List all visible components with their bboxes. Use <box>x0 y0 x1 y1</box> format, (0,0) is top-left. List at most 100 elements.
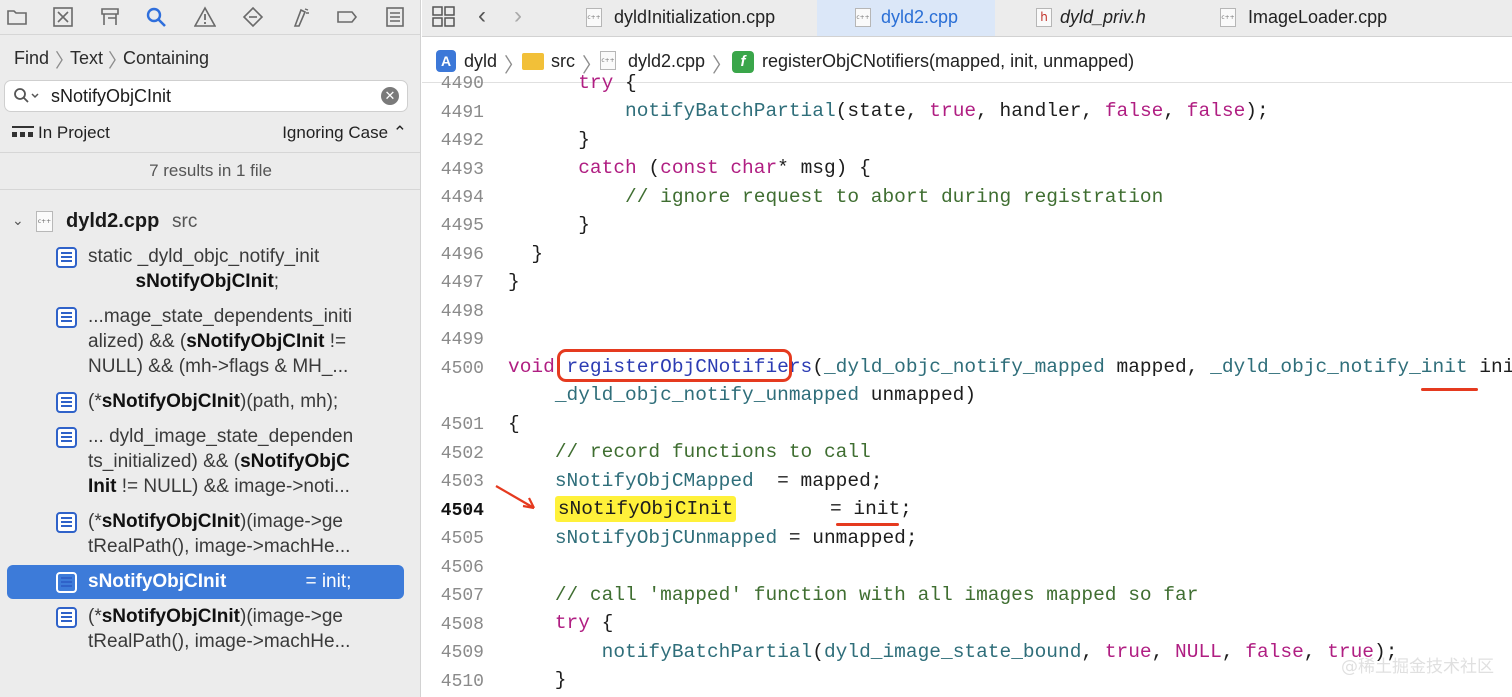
find-mode-containing[interactable]: Containing <box>123 48 209 69</box>
search-result[interactable]: static _dyld_objc_notify_init sNotifyObj… <box>56 244 406 296</box>
find-navigator: Find 〉 Text 〉 Containing sNotifyObjCInit… <box>0 0 421 697</box>
cpp-file-icon: c++ <box>36 211 53 232</box>
line-number: 4505 <box>440 529 484 549</box>
debug-navigator-icon[interactable] <box>287 4 313 30</box>
search-field-container[interactable]: sNotifyObjCInit ✕ <box>4 80 408 112</box>
symbol-navigator-icon[interactable] <box>97 4 123 30</box>
tab-dyldinitialization[interactable]: c++ dyldInitialization.cpp <box>574 0 814 36</box>
search-result[interactable]: (*sNotifyObjCInit)(path, mh); <box>56 389 406 417</box>
result-pre: (* <box>88 391 102 412</box>
find-mode-text[interactable]: Text <box>70 48 103 69</box>
line-number: 4510 <box>440 672 484 692</box>
scope-icon <box>12 124 34 145</box>
result-pre: (* <box>88 511 102 532</box>
line-number: 4498 <box>440 302 484 322</box>
find-mode-find[interactable]: Find <box>14 48 49 69</box>
result-match: sNotifyObjCInit <box>101 391 241 412</box>
clear-search-icon[interactable]: ✕ <box>381 87 399 105</box>
line-number: 4494 <box>440 188 484 208</box>
search-result-selected[interactable]: sNotifyObjCInit = init; <box>56 569 406 597</box>
code-line: } <box>508 129 590 151</box>
grid-icon[interactable] <box>432 6 456 33</box>
search-result[interactable]: (*sNotifyObjCInit)(image->ge tRealPath()… <box>56 509 406 561</box>
code-line: } <box>508 669 567 691</box>
jump-project[interactable]: dyld <box>464 51 497 72</box>
result-text: (*sNotifyObjCInit)(image->ge tRealPath()… <box>88 604 388 654</box>
code-area[interactable]: 4490 4491 4492 4493 4494 4495 4496 4497 … <box>422 72 1512 697</box>
back-chevron-icon[interactable]: ‹ <box>478 2 486 30</box>
result-text: (*sNotifyObjCInit)(path, mh); <box>88 389 388 414</box>
current-line-number: 4504 <box>440 501 484 521</box>
result-match: sNotifyObjCInit <box>101 511 241 532</box>
search-result[interactable]: (*sNotifyObjCInit)(image->ge tRealPath()… <box>56 604 406 656</box>
line-number: 4508 <box>440 615 484 635</box>
line-number: 4493 <box>440 160 484 180</box>
cpp-file-icon: c++ <box>586 8 602 27</box>
warning-icon[interactable] <box>192 4 218 30</box>
tab-label: dyld2.cpp <box>881 7 959 27</box>
result-match: sNotifyObjCInit <box>135 271 274 292</box>
search-result[interactable]: ... dyld_image_state_dependen ts_initial… <box>56 424 406 501</box>
code-line: notifyBatchPartial(dyld_image_state_boun… <box>601 641 1398 663</box>
folder-icon <box>522 53 544 70</box>
line-number: 4503 <box>440 472 484 492</box>
search-scope-button[interactable]: In Project <box>38 123 110 143</box>
tab-label: ImageLoader.cpp <box>1248 7 1388 27</box>
annotation-arrow-icon <box>495 485 535 510</box>
code-line: try { <box>578 72 637 94</box>
report-navigator-icon[interactable] <box>382 4 408 30</box>
result-post: = init; <box>226 571 352 592</box>
jump-folder[interactable]: src <box>551 51 575 72</box>
result-text: (*sNotifyObjCInit)(image->ge tRealPath()… <box>88 509 388 559</box>
jump-file[interactable]: dyld2.cpp <box>628 51 705 72</box>
line-number: 4500 <box>440 359 484 379</box>
search-input[interactable]: sNotifyObjCInit <box>51 86 171 107</box>
tab-dyld2-active[interactable]: c++ dyld2.cpp <box>817 0 995 36</box>
case-sensitivity-dropdown[interactable]: Ignoring Case ⌃ <box>282 123 407 143</box>
tab-dyld-priv[interactable]: h dyld_priv.h <box>998 0 1178 36</box>
result-text: ...mage_state_dependents_initi alized) &… <box>88 304 388 379</box>
result-post: ; <box>273 271 280 292</box>
tab-imageloader[interactable]: c++ ImageLoader.cpp <box>1182 0 1462 36</box>
code-line-current: sNotifyObjCInit = init; <box>508 496 912 522</box>
annotation-underline-red <box>836 523 899 526</box>
code-line: sNotifyObjCMapped = mapped; <box>554 470 883 492</box>
result-file-row[interactable]: ⌄ c++ dyld2.cpp src <box>0 206 420 238</box>
result-line-icon <box>56 512 77 533</box>
code-line: { <box>508 413 520 435</box>
code-line: // record functions to call <box>554 441 871 463</box>
result-match: sNotifyObjCInit <box>186 331 325 352</box>
tab-label: dyldInitialization.cpp <box>614 7 776 27</box>
result-text: ... dyld_image_state_dependen ts_initial… <box>88 424 388 499</box>
test-navigator-icon[interactable] <box>240 4 266 30</box>
result-text: static _dyld_objc_notify_init sNotifyObj… <box>88 244 388 294</box>
function-symbol-icon: f <box>732 51 754 73</box>
result-line-icon <box>56 307 77 328</box>
code-line: sNotifyObjCUnmapped = unmapped; <box>554 527 918 549</box>
result-line-icon <box>56 607 77 628</box>
code-line: } <box>508 243 544 265</box>
folder-icon[interactable] <box>4 4 30 30</box>
result-file-folder: src <box>172 211 198 232</box>
disclosure-chevron-icon[interactable]: ⌄ <box>12 212 24 229</box>
jump-symbol[interactable]: registerObjCNotifiers(mapped, init, unma… <box>762 51 1134 72</box>
forward-chevron-icon[interactable]: › <box>514 2 522 30</box>
editor-tab-bar: ‹ › c++ dyldInitialization.cpp c++ dyld2… <box>422 0 1512 37</box>
find-mode-breadcrumb: Find 〉 Text 〉 Containing <box>0 34 420 78</box>
navigator-toolbar <box>0 0 420 35</box>
line-number: 4499 <box>440 330 484 350</box>
result-line-icon <box>56 427 77 448</box>
source-control-icon[interactable] <box>50 4 76 30</box>
search-result[interactable]: ...mage_state_dependents_initi alized) &… <box>56 304 406 381</box>
project-icon: A <box>436 50 456 72</box>
search-icon[interactable] <box>143 4 169 30</box>
tab-label: dyld_priv.h <box>1060 7 1146 27</box>
cpp-file-icon: c++ <box>600 51 616 70</box>
result-line-icon <box>56 392 77 413</box>
cpp-file-icon: c++ <box>1220 8 1236 27</box>
search-options-icon[interactable] <box>13 87 43 110</box>
breakpoint-navigator-icon[interactable] <box>334 4 360 30</box>
search-match-highlight: sNotifyObjCInit <box>554 496 737 522</box>
line-number: 4507 <box>440 586 484 606</box>
line-number: 4490 <box>440 74 484 94</box>
